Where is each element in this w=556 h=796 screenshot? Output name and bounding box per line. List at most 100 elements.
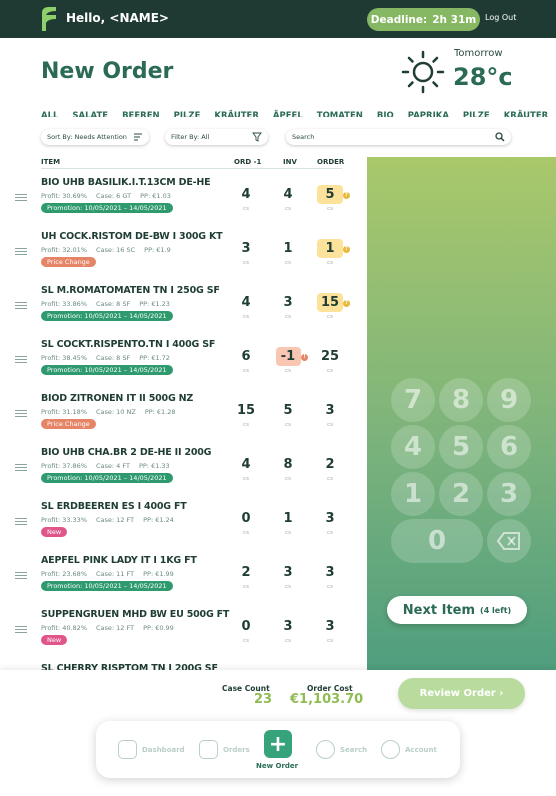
- tab-6[interactable]: TOMATEN: [317, 111, 363, 117]
- item-row[interactable]: SL COCKT.RISPENTO.TN I 400G SF Profit: 38…: [0, 332, 366, 386]
- order-value[interactable]: 15: [315, 295, 345, 310]
- drag-handle-icon[interactable]: [15, 248, 27, 256]
- item-row[interactable]: AEPFEL PINK LADY IT I 1KG FT Profit: 23.6…: [0, 548, 366, 602]
- drag-handle-icon[interactable]: [15, 464, 27, 472]
- item-case: Case: 8 SF: [96, 354, 131, 362]
- nav-dashboard[interactable]: Dashboard: [118, 721, 185, 778]
- drag-handle-icon[interactable]: [15, 572, 27, 580]
- keypad-key-0[interactable]: 0: [391, 519, 483, 563]
- keypad-key-6[interactable]: 6: [487, 425, 531, 469]
- sun-icon: [401, 50, 445, 94]
- nav-search[interactable]: Search: [316, 721, 367, 778]
- backspace-key[interactable]: [487, 519, 531, 563]
- tab-7[interactable]: BIO: [377, 111, 394, 117]
- tab-2[interactable]: BEEREN: [122, 111, 160, 117]
- dashboard-icon: [118, 740, 137, 759]
- order-value[interactable]: 3: [315, 619, 345, 634]
- ord-unit: cs: [243, 476, 249, 482]
- drag-handle-icon[interactable]: [15, 518, 27, 526]
- item-profit: Profit: 33.33%: [41, 516, 87, 524]
- next-item-button[interactable]: Next Item (4 left): [387, 596, 527, 624]
- search-input[interactable]: Search: [286, 129, 511, 145]
- ord-value: 6: [241, 349, 251, 364]
- inv-unit: cs: [285, 260, 291, 266]
- item-name: SL M.ROMATOMATEN TN I 250G SF: [41, 285, 220, 296]
- order-value[interactable]: 2: [315, 457, 345, 472]
- item-profit: Profit: 31.18%: [41, 408, 87, 416]
- nav-search-label: Search: [340, 745, 368, 754]
- item-profit: Profit: 30.69%: [41, 192, 87, 200]
- order-value[interactable]: 3: [315, 511, 345, 526]
- order-unit: cs: [327, 422, 333, 428]
- item-badge: Promotion: 10/05/2021 – 14/05/2021: [41, 581, 173, 591]
- item-case: Case: 10 NZ: [96, 408, 136, 416]
- tab-8[interactable]: PAPRIKA: [408, 111, 449, 117]
- inv-unit: cs: [285, 206, 291, 212]
- nav-dashboard-label: Dashboard: [142, 745, 185, 754]
- item-row[interactable]: BIOD ZITRONEN IT II 500G NZ Profit: 31.18…: [0, 386, 366, 440]
- ord-value: 3: [241, 241, 251, 256]
- item-case: Case: 12 FT: [96, 624, 135, 632]
- ord-unit: cs: [243, 638, 249, 644]
- column-item: ITEM: [41, 158, 61, 166]
- item-row[interactable]: BIO UHB CHA.BR 2 DE-HE II 200G Profit: 37…: [0, 440, 366, 494]
- order-value[interactable]: 1: [315, 241, 345, 256]
- tab-0[interactable]: ALL: [41, 111, 58, 117]
- keypad-key-5[interactable]: 5: [439, 425, 483, 469]
- review-order-button[interactable]: Review Order ›: [398, 678, 525, 709]
- sort-select[interactable]: Sort By: Needs Attention: [41, 129, 149, 145]
- tab-4[interactable]: KRÄUTER: [214, 111, 259, 117]
- tab-9[interactable]: PILZE: [463, 111, 490, 117]
- sort-label: Sort By: Needs Attention: [47, 133, 127, 141]
- item-badge: Price Change: [41, 257, 96, 267]
- order-value[interactable]: 3: [315, 565, 345, 580]
- item-pp: PP: €1.03: [140, 192, 171, 200]
- drag-handle-icon[interactable]: [15, 194, 27, 202]
- tab-1[interactable]: SALATE: [72, 111, 108, 117]
- inv-unit: cs: [285, 638, 291, 644]
- order-unit: cs: [327, 638, 333, 644]
- ord-unit: cs: [243, 422, 249, 428]
- order-value[interactable]: 5: [315, 187, 345, 202]
- nav-orders[interactable]: Orders: [199, 721, 250, 778]
- order-unit: cs: [327, 368, 333, 374]
- nav-account[interactable]: Account: [381, 721, 437, 778]
- tab-5[interactable]: ÄPFEL: [273, 111, 303, 117]
- nav-new-order-label[interactable]: New Order: [256, 762, 298, 770]
- order-value[interactable]: 25: [315, 349, 345, 364]
- item-badge: New: [41, 635, 68, 645]
- item-row[interactable]: BIO UHB BASILIK.I.T.13CM DE-HE Profit: 30…: [0, 170, 366, 224]
- page-title: New Order: [41, 59, 174, 84]
- keypad-key-7[interactable]: 7: [391, 378, 435, 422]
- keypad-key-2[interactable]: 2: [439, 472, 483, 516]
- next-item-label: Next Item: [402, 602, 476, 618]
- keypad-key-4[interactable]: 4: [391, 425, 435, 469]
- filter-select[interactable]: Filter By: All: [165, 129, 268, 145]
- keypad-key-1[interactable]: 1: [391, 472, 435, 516]
- order-value[interactable]: 3: [315, 403, 345, 418]
- keypad-key-3[interactable]: 3: [487, 472, 531, 516]
- item-row[interactable]: SUPPENGRUEN MHD BW EU 500G FT Profit: 40.…: [0, 602, 366, 656]
- keypad-key-8[interactable]: 8: [439, 378, 483, 422]
- order-unit: cs: [327, 584, 333, 590]
- drag-handle-icon[interactable]: [15, 302, 27, 310]
- tab-10[interactable]: KRÄUTER: [504, 111, 549, 117]
- drag-handle-icon[interactable]: [15, 356, 27, 364]
- logout-link[interactable]: Log Out: [485, 13, 516, 22]
- greeting: Hello, <NAME>: [66, 11, 169, 25]
- item-pp: PP: €1.99: [143, 570, 174, 578]
- item-profit: Profit: 23.68%: [41, 570, 87, 578]
- item-case: Case: 4 FT: [96, 462, 130, 470]
- tab-3[interactable]: PILZE: [174, 111, 201, 117]
- order-unit: cs: [327, 206, 333, 212]
- item-meta: Profit: 37.86% Case: 4 FT PP: €1.33: [41, 462, 179, 470]
- item-row[interactable]: SL CHERRY RISPTOM TN I 200G SF: [0, 656, 366, 670]
- item-row[interactable]: UH COCK.RISTOM DE-BW I 300G KT Profit: 32…: [0, 224, 366, 278]
- item-row[interactable]: SL M.ROMATOMATEN TN I 250G SF Profit: 33.…: [0, 278, 366, 332]
- drag-handle-icon[interactable]: [15, 626, 27, 634]
- new-order-icon[interactable]: +: [264, 730, 292, 758]
- item-row[interactable]: SL ERDBEEREN ES I 400G FT Profit: 33.33% C…: [0, 494, 366, 548]
- inv-unit: cs: [285, 314, 291, 320]
- drag-handle-icon[interactable]: [15, 410, 27, 418]
- keypad-key-9[interactable]: 9: [487, 378, 531, 422]
